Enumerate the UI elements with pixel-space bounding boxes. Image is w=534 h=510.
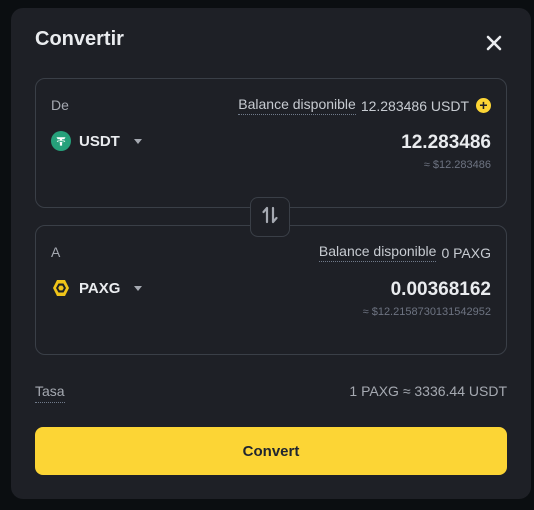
from-label: De — [51, 97, 69, 113]
to-coin-selector[interactable]: PAXG — [51, 278, 143, 298]
to-coin-name: PAXG — [79, 279, 121, 297]
paxg-icon — [51, 278, 71, 298]
rate-value: 1 PAXG ≈ 3336.44 USDT — [349, 383, 507, 399]
to-amount-usd: ≈ $12.2158730131542952 — [362, 306, 491, 318]
from-coin-name: USDT — [79, 132, 120, 150]
swap-button[interactable] — [250, 197, 290, 237]
to-label: A — [51, 244, 61, 260]
to-panel: A Balance disponible 0 PAXG PAXG 0.00368… — [35, 225, 507, 355]
convert-button[interactable]: Convert — [35, 427, 507, 475]
close-icon[interactable] — [483, 32, 505, 54]
from-balance: Balance disponible 12.283486 USDT + — [238, 96, 491, 115]
plus-circle-icon[interactable]: + — [476, 98, 491, 113]
from-coin-selector[interactable]: USDT — [51, 131, 142, 151]
modal-title: Convertir — [35, 28, 124, 50]
from-balance-value: 12.283486 USDT — [360, 97, 469, 114]
chevron-down-icon — [134, 285, 143, 291]
swap-vertical-icon — [261, 205, 279, 230]
to-balance-label: Balance disponible — [318, 243, 437, 262]
to-balance: Balance disponible 0 PAXG — [318, 243, 491, 262]
from-panel: De Balance disponible 12.283486 USDT + U… — [35, 78, 507, 208]
usdt-icon — [51, 131, 71, 151]
chevron-down-icon — [133, 138, 142, 144]
to-balance-value: 0 PAXG — [441, 244, 491, 261]
from-amount[interactable]: 12.283486 — [401, 132, 491, 154]
to-amount[interactable]: 0.00368162 — [391, 279, 491, 301]
rate-label[interactable]: Tasa — [35, 383, 65, 403]
from-amount-usd: ≈ $12.283486 — [423, 159, 491, 171]
convert-modal: Convertir De Balance disponible 12.28348… — [11, 8, 531, 499]
from-balance-label: Balance disponible — [238, 96, 356, 115]
